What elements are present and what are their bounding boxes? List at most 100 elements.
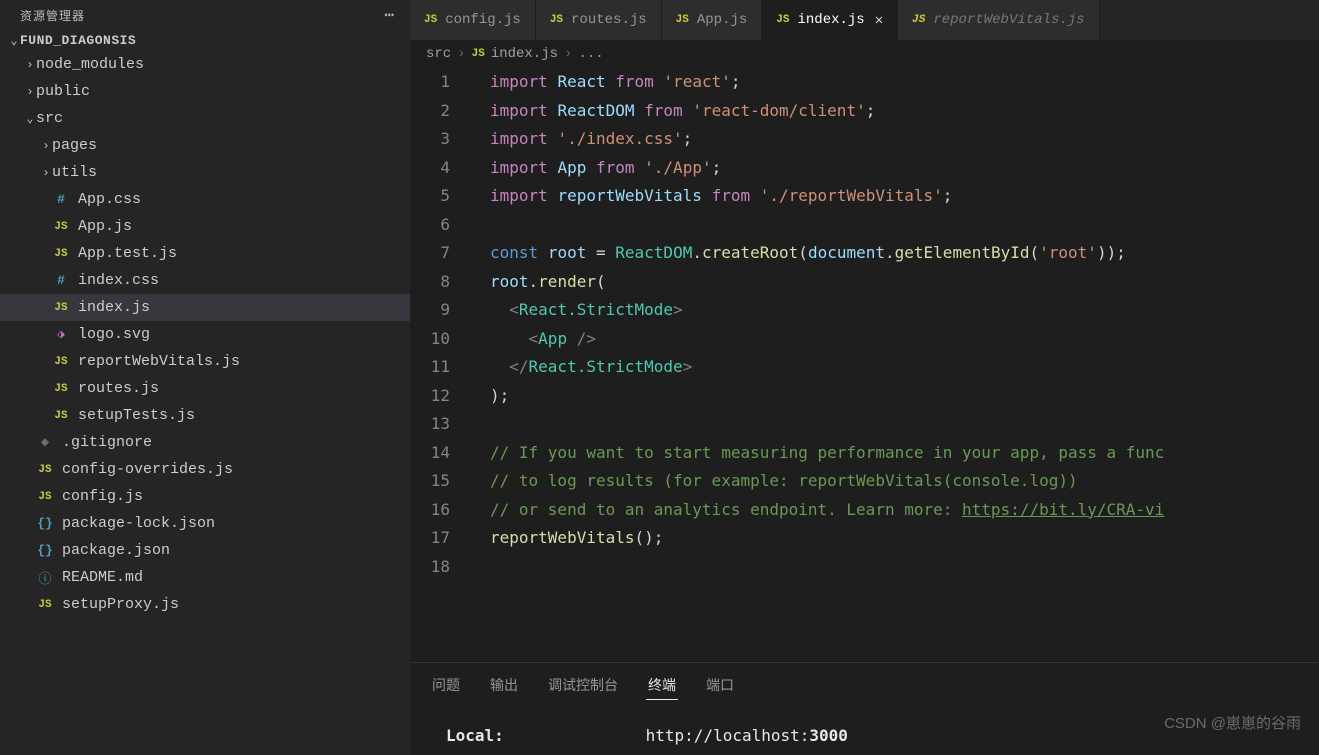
tree-item[interactable]: #index.css — [0, 267, 410, 294]
code-line[interactable]: import ReactDOM from 'react-dom/client'; — [490, 97, 1319, 126]
line-number: 13 — [410, 410, 450, 439]
tree-item[interactable]: JSconfig-overrides.js — [0, 456, 410, 483]
editor-tab[interactable]: JSApp.js — [662, 0, 763, 40]
project-root[interactable]: ⌄ FUND_DIAGONSIS — [0, 30, 410, 51]
file-name: public — [36, 83, 90, 100]
more-icon[interactable]: ⋯ — [384, 5, 394, 25]
code-line[interactable]: root.render( — [490, 268, 1319, 297]
code-line[interactable]: import reportWebVitals from './reportWeb… — [490, 182, 1319, 211]
editor-tab[interactable]: JSconfig.js — [410, 0, 536, 40]
js-icon: JS — [912, 14, 925, 26]
panel-tab[interactable]: 调试控制台 — [546, 671, 620, 700]
file-icon: JS — [36, 599, 54, 611]
panel-tab[interactable]: 问题 — [430, 671, 462, 700]
file-icon: JS — [36, 491, 54, 503]
line-number: 5 — [410, 182, 450, 211]
tree-item[interactable]: ›pages — [0, 132, 410, 159]
file-name: config-overrides.js — [62, 461, 233, 478]
line-number: 2 — [410, 97, 450, 126]
line-number: 18 — [410, 553, 450, 582]
main-area: JSconfig.jsJSroutes.jsJSApp.jsJSindex.js… — [410, 0, 1319, 755]
code-line[interactable]: // If you want to start measuring perfor… — [490, 439, 1319, 468]
panel-tab[interactable]: 端口 — [704, 671, 736, 700]
code-line[interactable] — [490, 410, 1319, 439]
file-name: node_modules — [36, 56, 144, 73]
file-icon: JS — [52, 248, 70, 260]
breadcrumb[interactable]: src › JS index.js › ... — [410, 40, 1319, 68]
tree-item[interactable]: JSindex.js — [0, 294, 410, 321]
line-number: 17 — [410, 524, 450, 553]
breadcrumb-file: index.js — [491, 46, 558, 62]
file-name: config.js — [62, 488, 143, 505]
file-icon: # — [52, 192, 70, 207]
code-line[interactable]: <React.StrictMode> — [490, 296, 1319, 325]
code-line[interactable] — [490, 553, 1319, 582]
line-number: 10 — [410, 325, 450, 354]
tree-item[interactable]: ⬗ logo.svg — [0, 321, 410, 348]
js-icon: JS — [472, 48, 485, 60]
code-line[interactable]: // to log results (for example: reportWe… — [490, 467, 1319, 496]
file-name: pages — [52, 137, 97, 154]
code-line[interactable]: import App from './App'; — [490, 154, 1319, 183]
code-line[interactable] — [490, 211, 1319, 240]
code-line[interactable]: import './index.css'; — [490, 125, 1319, 154]
tree-item[interactable]: {}package.json — [0, 537, 410, 564]
editor-tab[interactable]: JSreportWebVitals.js — [898, 0, 1099, 40]
panel-tab[interactable]: 输出 — [488, 671, 520, 700]
code-line[interactable]: import React from 'react'; — [490, 68, 1319, 97]
breadcrumb-root: src — [426, 46, 451, 62]
editor-tab[interactable]: JSindex.js✕ — [762, 0, 898, 40]
file-icon: JS — [52, 410, 70, 422]
file-icon: ⬗ — [52, 327, 70, 342]
line-number: 9 — [410, 296, 450, 325]
tree-item[interactable]: {}package-lock.json — [0, 510, 410, 537]
code-editor[interactable]: 123456789101112131415161718 import React… — [410, 68, 1319, 662]
file-name: logo.svg — [78, 326, 150, 343]
file-name: App.test.js — [78, 245, 177, 262]
panel-tab[interactable]: 终端 — [646, 671, 678, 700]
explorer-sidebar: 资源管理器 ⋯ ⌄ FUND_DIAGONSIS ›node_modules›p… — [0, 0, 410, 755]
tree-item[interactable]: ›public — [0, 78, 410, 105]
tree-item[interactable]: ›node_modules — [0, 51, 410, 78]
file-icon: ◆ — [36, 434, 54, 451]
tree-item[interactable]: ⌄src — [0, 105, 410, 132]
explorer-title: 资源管理器 — [20, 7, 85, 24]
tree-item[interactable]: JSsetupProxy.js — [0, 591, 410, 618]
tree-item[interactable]: JSroutes.js — [0, 375, 410, 402]
breadcrumb-more: ... — [578, 46, 603, 62]
terminal-local-url: http://localhost:3000 — [646, 726, 848, 745]
tree-item[interactable]: JS App.test.js — [0, 240, 410, 267]
tree-item[interactable]: #App.css — [0, 186, 410, 213]
tree-item[interactable]: JS config.js — [0, 483, 410, 510]
file-icon: # — [52, 273, 70, 288]
project-name: FUND_DIAGONSIS — [20, 33, 136, 48]
panel-tabs: 问题输出调试控制台终端端口 — [410, 663, 1319, 706]
code-line[interactable]: <App /> — [490, 325, 1319, 354]
code-line[interactable]: // or send to an analytics endpoint. Lea… — [490, 496, 1319, 525]
code-line[interactable]: </React.StrictMode> — [490, 353, 1319, 382]
tree-item[interactable]: ◆ .gitignore — [0, 429, 410, 456]
file-icon: {} — [36, 516, 54, 531]
tree-item[interactable]: ⓘREADME.md — [0, 564, 410, 591]
terminal-panel: 问题输出调试控制台终端端口 Local: http://localhost:30… — [410, 662, 1319, 755]
code-line[interactable]: const root = ReactDOM.createRoot(documen… — [490, 239, 1319, 268]
file-name: reportWebVitals.js — [78, 353, 240, 370]
watermark: CSDN @崽崽的谷雨 — [1164, 712, 1301, 733]
close-icon[interactable]: ✕ — [875, 12, 883, 29]
chevron-icon: › — [24, 58, 36, 72]
line-number: 15 — [410, 467, 450, 496]
code-body[interactable]: import React from 'react';import ReactDO… — [470, 68, 1319, 662]
file-name: .gitignore — [62, 434, 152, 451]
tree-item[interactable]: JSreportWebVitals.js — [0, 348, 410, 375]
file-tree: ›node_modules›public⌄src›pages›utils#App… — [0, 51, 410, 618]
line-number: 4 — [410, 154, 450, 183]
code-line[interactable]: reportWebVitals(); — [490, 524, 1319, 553]
file-name: routes.js — [78, 380, 159, 397]
line-gutter: 123456789101112131415161718 — [410, 68, 470, 662]
tree-item[interactable]: JSsetupTests.js — [0, 402, 410, 429]
editor-tab[interactable]: JSroutes.js — [536, 0, 662, 40]
js-icon: JS — [550, 14, 563, 26]
code-line[interactable]: ); — [490, 382, 1319, 411]
tree-item[interactable]: JSApp.js — [0, 213, 410, 240]
tree-item[interactable]: ›utils — [0, 159, 410, 186]
